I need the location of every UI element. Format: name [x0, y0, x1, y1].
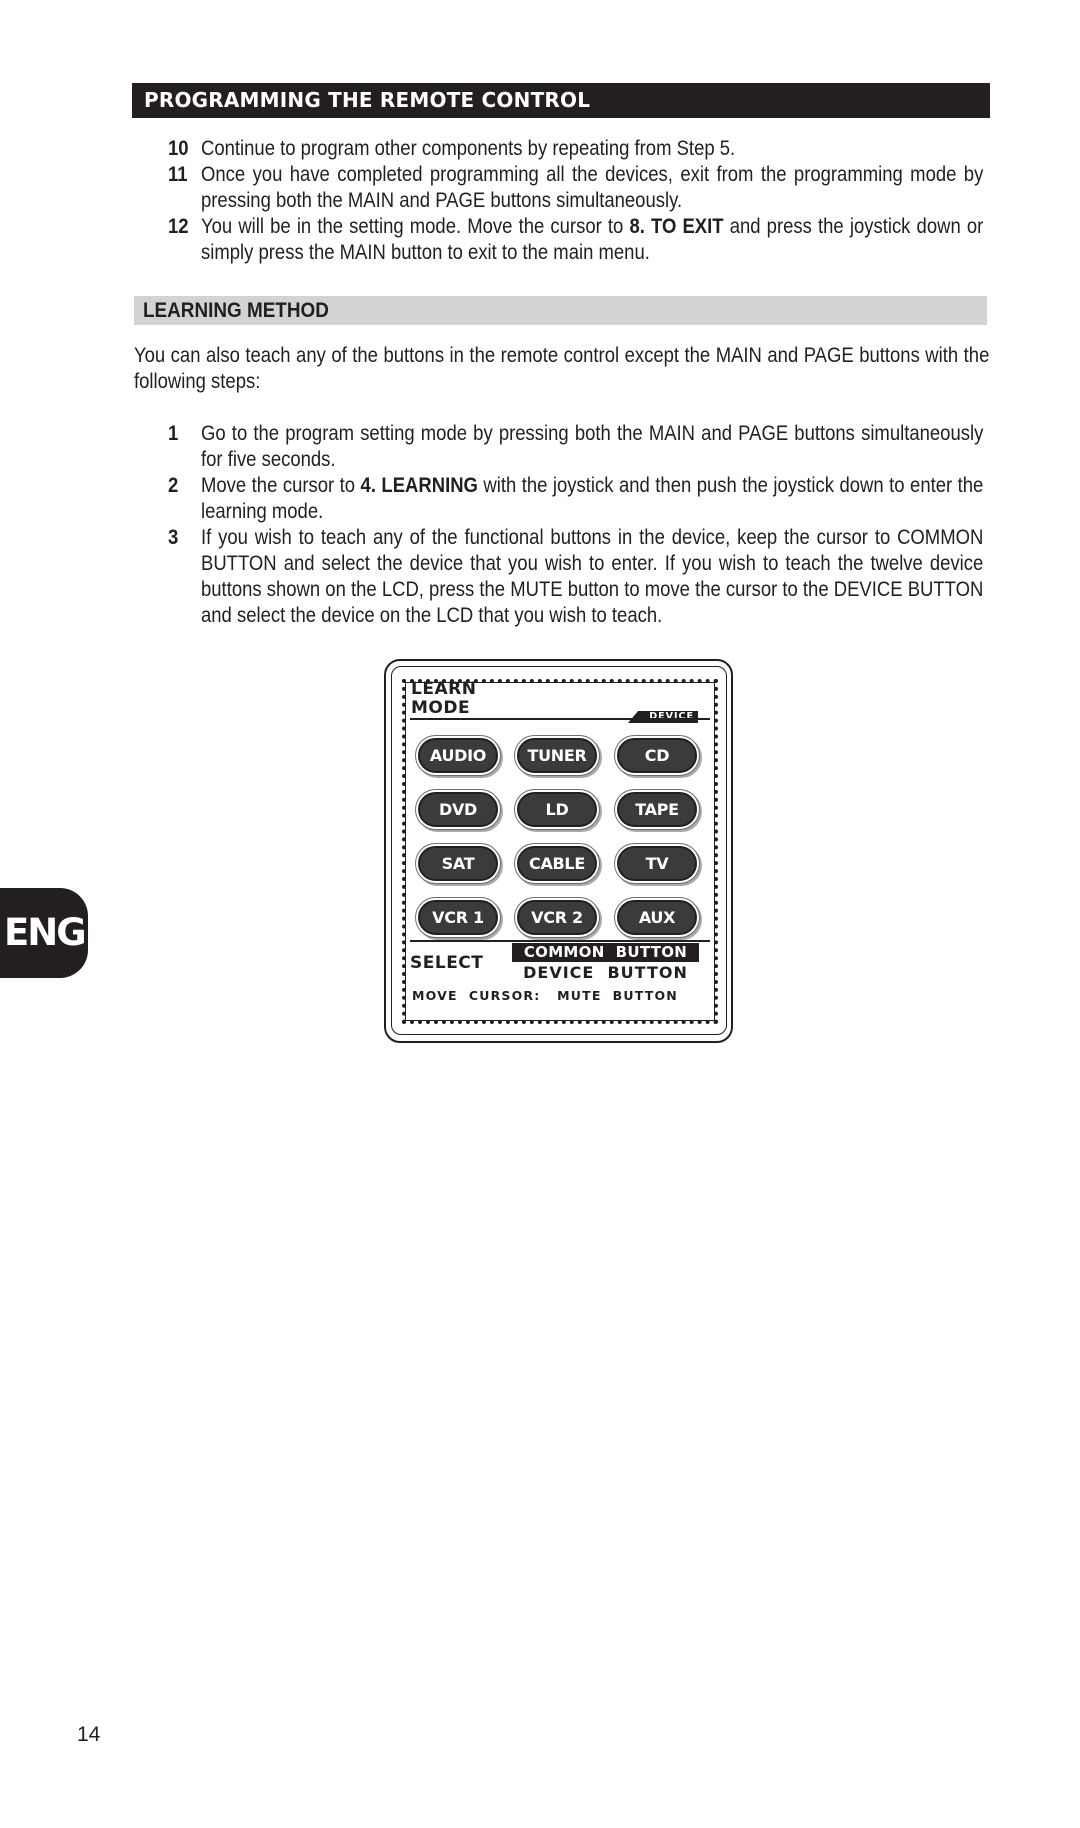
- step-number: 1: [168, 422, 179, 445]
- lcd-button-audio[interactable]: AUDIO: [418, 738, 498, 773]
- step-text-part: You will be in the setting mode. Move th…: [201, 215, 630, 238]
- device-tag: DEVICE: [628, 711, 698, 723]
- subsection-title: LEARNING METHOD: [143, 299, 329, 322]
- lcd-button-cable[interactable]: CABLE: [517, 846, 597, 881]
- step-text-part: Move the cursor to: [201, 474, 361, 497]
- intro-paragraph: You can also teach any of the buttons in…: [134, 344, 990, 393]
- lcd-button-tuner[interactable]: TUNER: [517, 738, 597, 773]
- lcd-title-line1: LEARN: [411, 679, 477, 699]
- lcd-select-label: SELECT: [410, 953, 484, 973]
- lcd-option-device-button[interactable]: DEVICE BUTTON: [512, 963, 699, 983]
- step-text: Continue to program other components by …: [201, 137, 736, 160]
- language-label: ENG: [4, 911, 87, 954]
- lcd-button-dvd[interactable]: DVD: [418, 792, 498, 827]
- lcd-footer-text: MOVE CURSOR: MUTE BUTTON: [412, 988, 678, 1003]
- lcd-option-label: COMMON BUTTON: [523, 943, 688, 961]
- lcd-button-cd[interactable]: CD: [617, 738, 697, 773]
- step-text: Go to the program setting mode by pressi…: [201, 422, 984, 471]
- step-number: 11: [168, 163, 188, 186]
- language-tab: ENG: [0, 888, 88, 978]
- step-emphasis: 8. TO EXIT: [629, 215, 724, 238]
- step-number: 10: [168, 137, 189, 160]
- step-text: You will be in the setting mode. Move th…: [201, 214, 983, 266]
- lcd-button-sat[interactable]: SAT: [418, 846, 498, 881]
- section-header: PROGRAMMING THE REMOTE CONTROL: [132, 83, 990, 118]
- step-text: If you wish to teach any of the function…: [201, 526, 984, 627]
- section-title: PROGRAMMING THE REMOTE CONTROL: [144, 88, 591, 112]
- page-number: 14: [77, 1723, 101, 1746]
- lcd-button-tape[interactable]: TAPE: [617, 792, 697, 827]
- step-number: 3: [168, 526, 179, 549]
- lcd-separator-bottom: [410, 940, 710, 942]
- lcd-title-line2: MODE: [411, 698, 471, 718]
- step-text: Once you have completed programming all …: [201, 163, 984, 212]
- lcd-button-tv[interactable]: TV: [617, 846, 697, 881]
- lcd-button-ld[interactable]: LD: [517, 792, 597, 827]
- step-number: 2: [168, 474, 179, 497]
- step-number: 12: [168, 215, 189, 238]
- subsection-header: LEARNING METHOD: [134, 296, 987, 325]
- lcd-button-aux[interactable]: AUX: [617, 900, 697, 935]
- lcd-option-common-button[interactable]: COMMON BUTTON: [512, 943, 699, 962]
- step-emphasis: 4. LEARNING: [360, 474, 478, 497]
- lcd-footer-hint: MOVE CURSOR: MUTE BUTTON: [412, 988, 702, 1004]
- lcd-option-label: DEVICE BUTTON: [523, 963, 688, 982]
- step-text: Move the cursor to 4. LEARNING with the …: [201, 473, 983, 525]
- lcd-separator-top: [410, 718, 710, 720]
- lcd-button-vcr2[interactable]: VCR 2: [517, 900, 597, 935]
- lcd-button-vcr1[interactable]: VCR 1: [418, 900, 498, 935]
